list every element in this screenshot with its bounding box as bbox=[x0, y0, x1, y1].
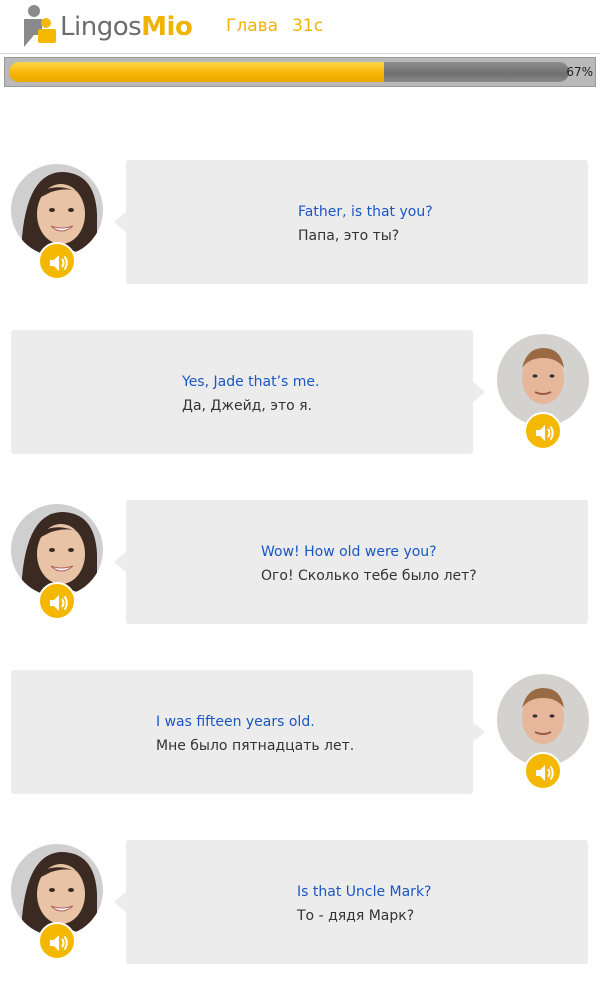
bubble-tail bbox=[473, 382, 485, 402]
russian-translation: Мне было пятнадцать лет. bbox=[156, 738, 355, 754]
russian-translation: Ого! Сколько тебе было лет? bbox=[261, 568, 477, 584]
english-phrase[interactable]: Wow! How old were you? bbox=[261, 542, 477, 562]
play-audio-button[interactable] bbox=[524, 412, 562, 450]
chapter-number: 31c bbox=[292, 16, 324, 36]
play-audio-button[interactable] bbox=[524, 752, 562, 790]
dialogue-row: Wow! How old were you? Ого! Сколько тебе … bbox=[0, 500, 600, 624]
play-audio-button[interactable] bbox=[38, 922, 76, 960]
bubble-tail bbox=[114, 552, 126, 572]
russian-translation: То - дядя Марк? bbox=[297, 908, 415, 924]
phrase-texts: Wow! How old were you? Ого! Сколько тебе … bbox=[261, 542, 477, 586]
phrase-texts: Father, is that you? Папа, это ты? bbox=[298, 202, 433, 246]
russian-translation: Папа, это ты? bbox=[298, 228, 400, 244]
progress-label: 67% bbox=[566, 65, 593, 79]
bubble-tail bbox=[473, 722, 485, 742]
russian-translation: Да, Джейд, это я. bbox=[182, 398, 312, 414]
speech-bubble: Father, is that you? Папа, это ты? bbox=[114, 160, 588, 284]
lingosmio-logo: LingosMio bbox=[14, 3, 193, 49]
play-audio-button[interactable] bbox=[38, 582, 76, 620]
logo-part1: Lingos bbox=[60, 12, 142, 42]
logo-icon bbox=[24, 5, 56, 47]
bubble-tail bbox=[114, 892, 126, 912]
dialogue-row: Yes, Jade that’s me. Да, Джейд, это я. bbox=[0, 330, 600, 454]
progress-track bbox=[9, 62, 569, 82]
english-phrase[interactable]: Yes, Jade that’s me. bbox=[182, 372, 319, 392]
app-header: LingosMio Глава 31c bbox=[0, 0, 600, 54]
dialogue-row: Is that Uncle Mark? То - дядя Марк? bbox=[0, 840, 600, 964]
progress-bar: 67% bbox=[4, 57, 596, 87]
chapter-label: Глава bbox=[226, 16, 279, 36]
progress-fill bbox=[9, 62, 385, 82]
dialogue-row: Father, is that you? Папа, это ты? bbox=[0, 160, 600, 284]
dialogue-row: I was fifteen years old. Мне было пятнадц… bbox=[0, 670, 600, 794]
english-phrase[interactable]: I was fifteen years old. bbox=[156, 712, 354, 732]
chapter-indicator: Глава 31c bbox=[226, 16, 337, 36]
speech-bubble: Yes, Jade that’s me. Да, Джейд, это я. bbox=[11, 330, 485, 454]
phrase-texts: Yes, Jade that’s me. Да, Джейд, это я. bbox=[182, 372, 319, 416]
bubble-tail bbox=[114, 212, 126, 232]
english-phrase[interactable]: Father, is that you? bbox=[298, 202, 433, 222]
speech-bubble: Is that Uncle Mark? То - дядя Марк? bbox=[114, 840, 588, 964]
phrase-texts: I was fifteen years old. Мне было пятнадц… bbox=[156, 712, 354, 756]
english-phrase[interactable]: Is that Uncle Mark? bbox=[297, 882, 431, 902]
logo-wordmark: LingosMio bbox=[60, 12, 193, 42]
logo-part2: Mio bbox=[141, 12, 193, 42]
speech-bubble: Wow! How old were you? Ого! Сколько тебе … bbox=[114, 500, 588, 624]
phrase-texts: Is that Uncle Mark? То - дядя Марк? bbox=[297, 882, 431, 926]
play-audio-button[interactable] bbox=[38, 242, 76, 280]
speech-bubble: I was fifteen years old. Мне было пятнадц… bbox=[11, 670, 485, 794]
